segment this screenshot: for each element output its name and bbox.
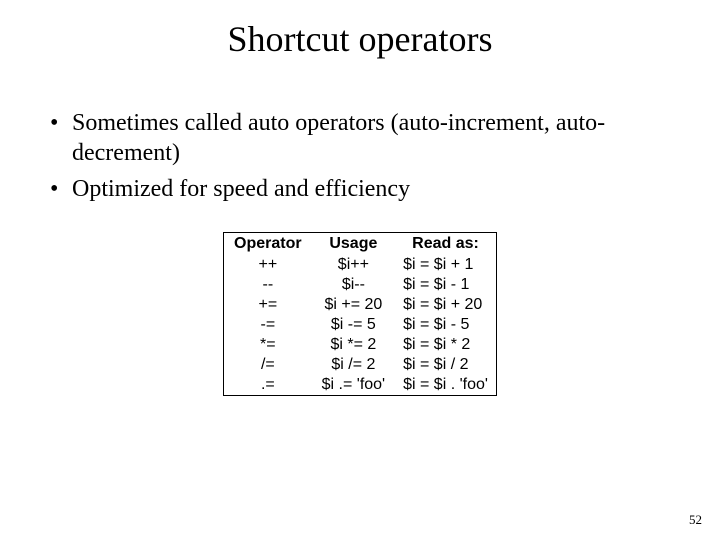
cell-usage: $i /= 2 bbox=[312, 355, 395, 375]
table-row: += $i += 20 $i = $i + 20 bbox=[224, 295, 497, 315]
cell-operator: ++ bbox=[224, 255, 312, 275]
cell-readas: $i = $i . 'foo' bbox=[395, 375, 496, 396]
bullet-item: Sometimes called auto operators (auto-in… bbox=[50, 108, 670, 168]
slide: Shortcut operators Sometimes called auto… bbox=[0, 0, 720, 540]
cell-readas: $i = $i - 1 bbox=[395, 275, 496, 295]
bullet-item: Optimized for speed and efficiency bbox=[50, 174, 670, 204]
cell-usage: $i++ bbox=[312, 255, 395, 275]
table-row: *= $i *= 2 $i = $i * 2 bbox=[224, 335, 497, 355]
col-header-operator: Operator bbox=[224, 233, 312, 256]
cell-usage: $i -= 5 bbox=[312, 315, 395, 335]
cell-readas: $i = $i + 1 bbox=[395, 255, 496, 275]
cell-readas: $i = $i + 20 bbox=[395, 295, 496, 315]
cell-readas: $i = $i * 2 bbox=[395, 335, 496, 355]
table-row: /= $i /= 2 $i = $i / 2 bbox=[224, 355, 497, 375]
cell-operator: /= bbox=[224, 355, 312, 375]
cell-usage: $i-- bbox=[312, 275, 395, 295]
page-title: Shortcut operators bbox=[0, 0, 720, 60]
cell-usage: $i *= 2 bbox=[312, 335, 395, 355]
cell-operator: *= bbox=[224, 335, 312, 355]
cell-operator: -= bbox=[224, 315, 312, 335]
cell-usage: $i .= 'foo' bbox=[312, 375, 395, 396]
cell-readas: $i = $i - 5 bbox=[395, 315, 496, 335]
cell-operator: -- bbox=[224, 275, 312, 295]
cell-operator: .= bbox=[224, 375, 312, 396]
col-header-usage: Usage bbox=[312, 233, 395, 256]
page-number: 52 bbox=[689, 512, 702, 528]
col-header-readas: Read as: bbox=[395, 233, 496, 256]
table-header-row: Operator Usage Read as: bbox=[224, 233, 497, 256]
table-row: -- $i-- $i = $i - 1 bbox=[224, 275, 497, 295]
cell-readas: $i = $i / 2 bbox=[395, 355, 496, 375]
operator-table-wrap: Operator Usage Read as: ++ $i++ $i = $i … bbox=[0, 232, 720, 396]
cell-usage: $i += 20 bbox=[312, 295, 395, 315]
table-row: .= $i .= 'foo' $i = $i . 'foo' bbox=[224, 375, 497, 396]
bullet-list: Sometimes called auto operators (auto-in… bbox=[50, 108, 670, 204]
table-row: -= $i -= 5 $i = $i - 5 bbox=[224, 315, 497, 335]
cell-operator: += bbox=[224, 295, 312, 315]
operator-table: Operator Usage Read as: ++ $i++ $i = $i … bbox=[223, 232, 497, 396]
table-row: ++ $i++ $i = $i + 1 bbox=[224, 255, 497, 275]
